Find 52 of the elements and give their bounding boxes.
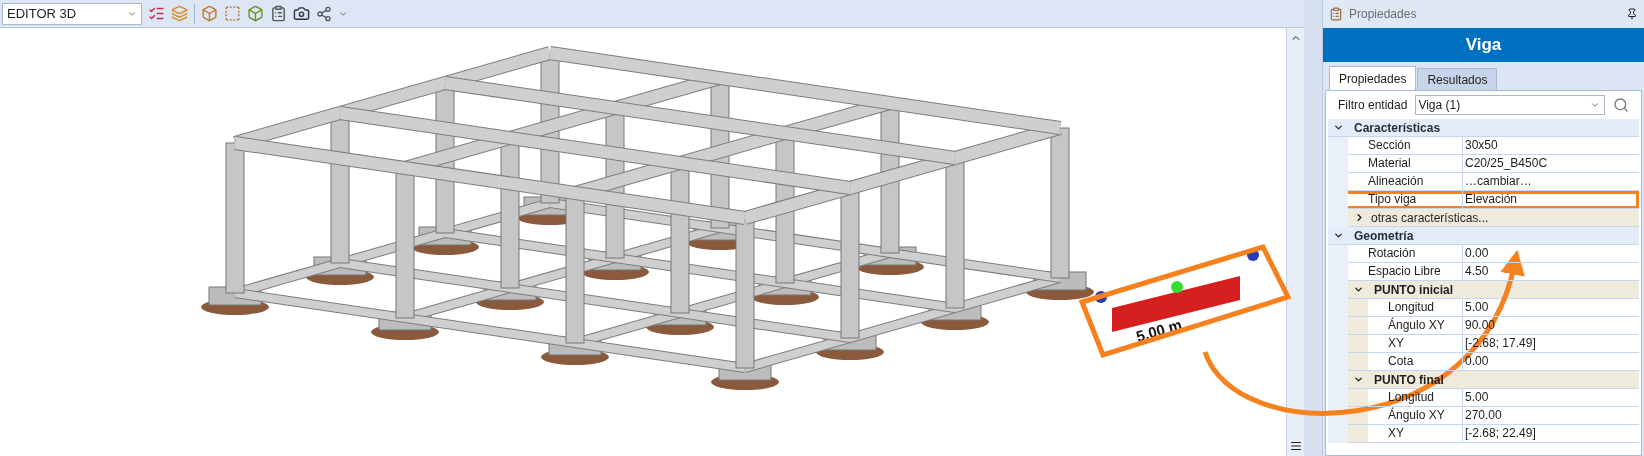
grid-gutter bbox=[1328, 245, 1348, 263]
property-row[interactable]: Alineación …cambiar… bbox=[1328, 173, 1639, 191]
collapse-icon bbox=[1353, 374, 1364, 385]
indent-gutter bbox=[1348, 299, 1368, 317]
property-row[interactable]: Tipo viga Elevación bbox=[1328, 191, 1639, 209]
indent-gutter bbox=[1348, 389, 1368, 407]
grid-gutter bbox=[1328, 209, 1348, 227]
filter-label: Filtro entidad bbox=[1338, 97, 1408, 114]
property-row[interactable]: Rotación 0.00 bbox=[1328, 245, 1639, 263]
expand-icon bbox=[1354, 212, 1365, 223]
indent-gutter bbox=[1348, 353, 1368, 371]
property-row[interactable]: Longitud 5.00 bbox=[1328, 299, 1639, 317]
indent-gutter bbox=[1348, 317, 1368, 335]
properties-icon bbox=[1329, 7, 1343, 21]
subgroup-header[interactable]: PUNTO inicial bbox=[1348, 281, 1639, 299]
property-row[interactable]: Espacio Libre 4.50 bbox=[1328, 263, 1639, 281]
handle-point[interactable] bbox=[1247, 249, 1259, 261]
property-row[interactable]: XY [-2.68; 22.49] bbox=[1328, 425, 1639, 443]
camera-icon[interactable] bbox=[293, 5, 310, 22]
property-row[interactable]: Sección 30x50 bbox=[1328, 137, 1639, 155]
more-properties-row[interactable]: otras características... bbox=[1348, 209, 1639, 227]
group-header[interactable]: Geometría bbox=[1328, 227, 1639, 245]
tab[interactable]: Resultados bbox=[1417, 68, 1498, 90]
indent-gutter bbox=[1348, 425, 1368, 443]
tab[interactable]: Propiedades bbox=[1329, 66, 1417, 90]
grid-gutter bbox=[1328, 137, 1348, 155]
vertical-scrollbar[interactable] bbox=[1286, 28, 1304, 456]
collapse-icon bbox=[1333, 122, 1344, 133]
dropdown-caret-icon bbox=[1590, 100, 1600, 110]
midpoint-handle[interactable] bbox=[1171, 281, 1183, 293]
collapse-icon bbox=[1353, 284, 1364, 295]
property-row[interactable]: Cota 0.00 bbox=[1328, 353, 1639, 371]
panel-title: Propiedades bbox=[1349, 6, 1418, 23]
property-value: [-2.68; 22.49] bbox=[1463, 425, 1639, 443]
selection-box-icon[interactable] bbox=[224, 5, 241, 22]
filter-select[interactable]: Viga (1) bbox=[1415, 95, 1605, 115]
menu-icon[interactable] bbox=[1289, 440, 1302, 452]
share-icon[interactable] bbox=[316, 5, 332, 22]
property-row[interactable]: Material C20/25_B450C bbox=[1328, 155, 1639, 173]
collapse-icon bbox=[1333, 230, 1344, 241]
pin-icon[interactable] bbox=[1626, 8, 1638, 20]
entity-header: Viga bbox=[1323, 28, 1644, 62]
cube-icon[interactable] bbox=[201, 5, 218, 22]
grid-gutter bbox=[1328, 425, 1348, 443]
property-row[interactable]: Ángulo XY 270.00 bbox=[1328, 407, 1639, 425]
property-name: XY bbox=[1368, 425, 1463, 443]
indent-gutter bbox=[1348, 335, 1368, 353]
handle-point[interactable] bbox=[1095, 291, 1107, 303]
view-select[interactable]: EDITOR 3D bbox=[2, 2, 142, 25]
grid-gutter bbox=[1328, 389, 1348, 407]
group-header[interactable]: Características bbox=[1328, 119, 1639, 137]
search-icon[interactable] bbox=[1613, 97, 1629, 113]
